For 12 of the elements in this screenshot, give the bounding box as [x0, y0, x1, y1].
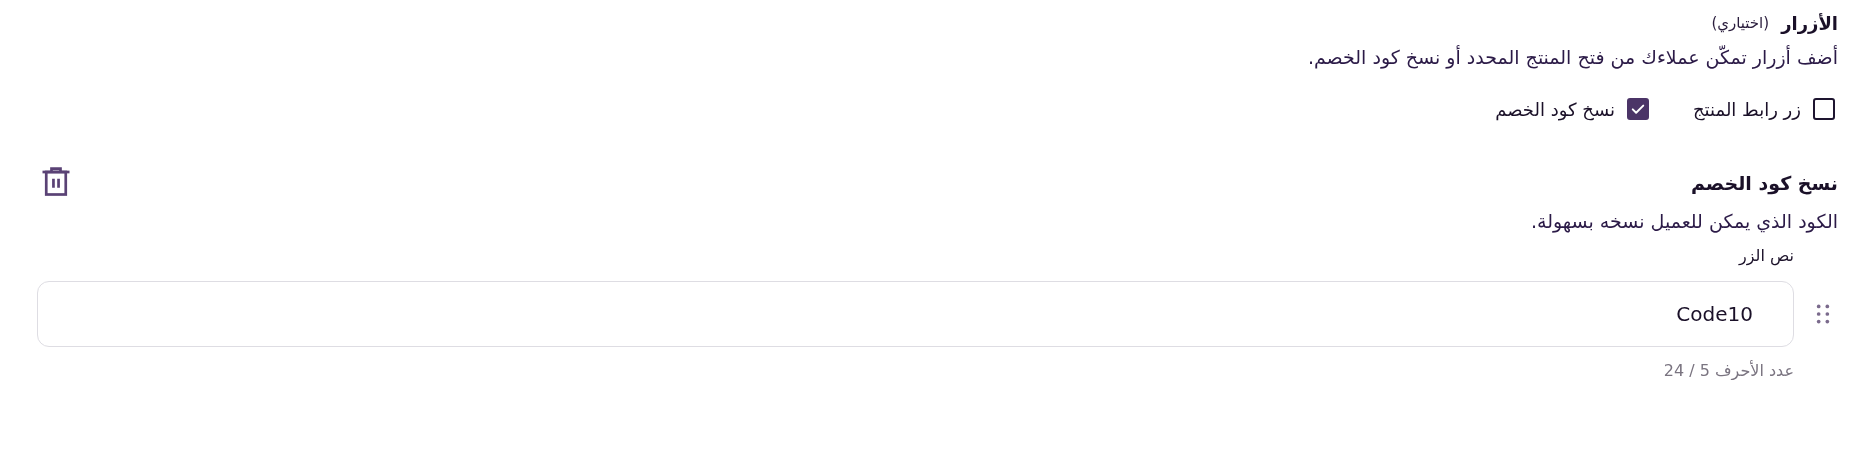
checkbox-label: نسخ كود الخصم — [1495, 98, 1615, 120]
optional-note: (اختياري) — [1711, 14, 1770, 32]
character-counter: عدد الأحرف 5 / 24 — [1662, 361, 1794, 380]
section-description: أضف أزرار تمكّن عملاءك من فتح المنتج المحدد أو نسخ كود الخصم. — [1306, 46, 1838, 68]
checkbox[interactable] — [1813, 98, 1835, 120]
section-title: الأزرار — [1781, 12, 1838, 34]
field-label: نص الزر — [1737, 246, 1794, 265]
card-title: نسخ كود الخصم — [1690, 172, 1838, 194]
card-description: الكود الذي يمكن للعميل نسخه بسهولة. — [1529, 210, 1838, 232]
checkbox-label: زر رابط المنتج — [1693, 98, 1801, 120]
checkbox[interactable] — [1627, 98, 1649, 120]
text-field[interactable]: Code10 — [37, 281, 1794, 347]
